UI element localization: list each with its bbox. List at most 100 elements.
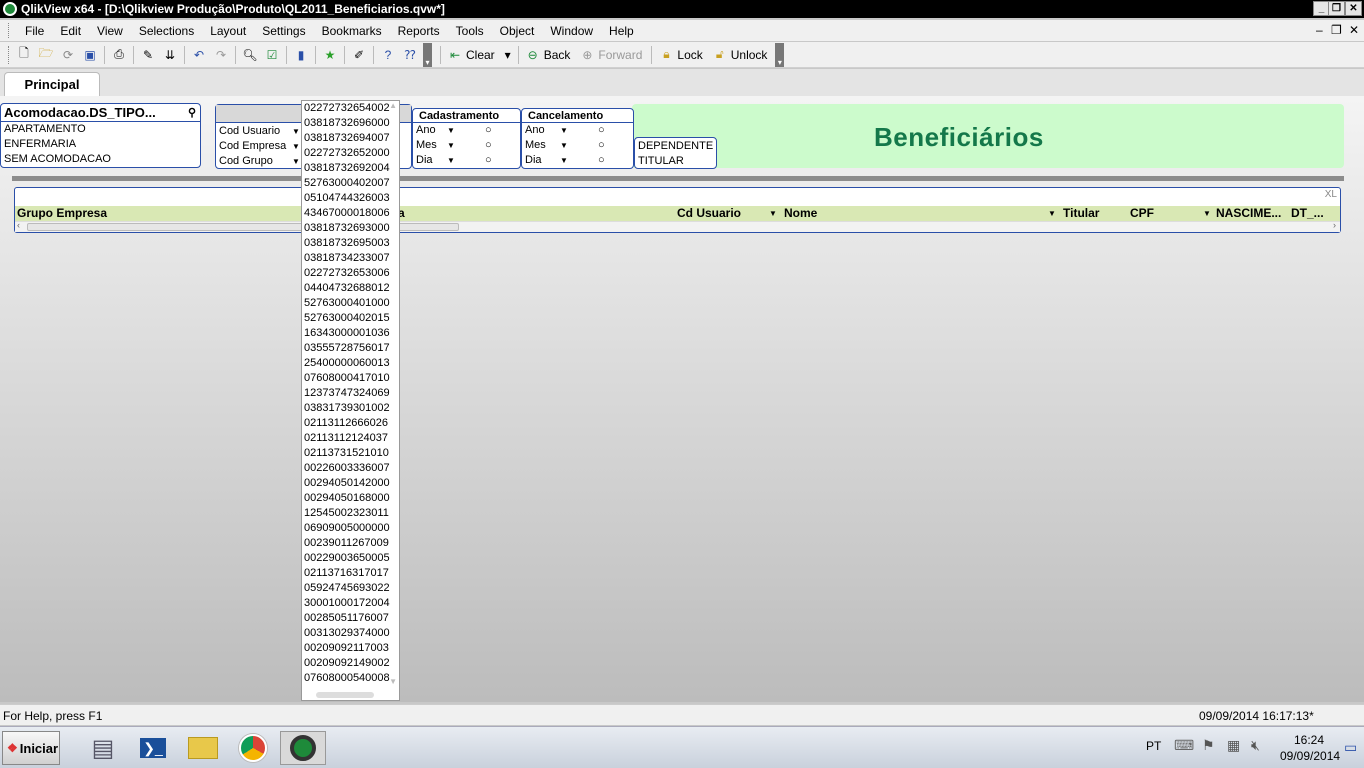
column-header[interactable]: DT_... bbox=[1291, 206, 1331, 221]
chevron-down-icon[interactable]: ▼ bbox=[560, 138, 568, 153]
date-row[interactable]: Dia ▼ ○ bbox=[413, 153, 520, 168]
column-header[interactable]: Nome bbox=[784, 206, 984, 221]
create-chart-icon[interactable]: ▮ bbox=[292, 46, 310, 64]
redo-icon[interactable]: ↷ bbox=[212, 46, 230, 64]
show-desktop-icon[interactable]: ▭ bbox=[1344, 739, 1357, 756]
dropdown-item[interactable]: 03818732695003 bbox=[302, 236, 399, 251]
menu-bookmarks[interactable]: Bookmarks bbox=[314, 24, 390, 38]
clear-button[interactable]: Clear bbox=[466, 48, 495, 62]
unlock-button[interactable]: Unlock bbox=[731, 48, 768, 62]
radio-icon[interactable]: ○ bbox=[485, 153, 492, 168]
column-header[interactable]: Grupo Empresa bbox=[17, 206, 297, 221]
lock-button[interactable]: Lock bbox=[677, 48, 702, 62]
dropdown-item[interactable]: 00226003336007 bbox=[302, 461, 399, 476]
mdi-close-button[interactable]: ✕ bbox=[1349, 23, 1359, 37]
mdi-minimize-button[interactable]: – bbox=[1316, 23, 1323, 37]
chevron-down-icon[interactable]: ▼ bbox=[769, 206, 777, 221]
tab-principal[interactable]: Principal bbox=[4, 72, 100, 96]
menu-edit[interactable]: Edit bbox=[52, 24, 89, 38]
radio-icon[interactable]: ○ bbox=[598, 123, 605, 138]
cod-usuario-dropdown[interactable]: 02272732654002 03818732696000 038187326940… bbox=[301, 100, 400, 701]
forward-button[interactable]: Forward bbox=[598, 48, 642, 62]
dropdown-item[interactable]: 25400000060013 bbox=[302, 356, 399, 371]
dropdown-item[interactable]: 03818734233007 bbox=[302, 251, 399, 266]
excel-export-icon[interactable]: XL bbox=[1325, 189, 1337, 200]
list-item[interactable]: ENFERMARIA bbox=[1, 137, 200, 152]
dropdown-item[interactable]: 00209092117003 bbox=[302, 641, 399, 656]
chrome-icon[interactable] bbox=[230, 731, 276, 765]
undo-icon[interactable]: ↶ bbox=[190, 46, 208, 64]
beneficiarios-table[interactable]: XL Grupo Empresa a Cd Usuario ▼ Nome ▼ T… bbox=[14, 187, 1341, 233]
toolbar-overflow-button-2[interactable]: ▾ bbox=[775, 42, 785, 67]
column-header[interactable]: a bbox=[398, 206, 418, 221]
search-icon[interactable]: ⚲ bbox=[188, 106, 196, 119]
reload-icon[interactable]: ⟳ bbox=[59, 46, 77, 64]
back-button[interactable]: Back bbox=[544, 48, 571, 62]
file-explorer-icon[interactable] bbox=[180, 731, 226, 765]
radio-icon[interactable]: ○ bbox=[598, 153, 605, 168]
action-center-flag-icon[interactable]: ⚑ bbox=[1202, 737, 1215, 754]
volume-muted-icon[interactable]: 🔇︎ bbox=[1251, 737, 1260, 754]
clock-time[interactable]: 16:24 bbox=[1294, 733, 1324, 747]
list-item[interactable]: DEPENDENTE bbox=[635, 139, 716, 154]
dropdown-item[interactable]: 30001000172004 bbox=[302, 596, 399, 611]
dropdown-item[interactable]: 07608000540008 bbox=[302, 671, 399, 686]
chevron-down-icon[interactable]: ▼ bbox=[292, 139, 300, 154]
chevron-down-icon[interactable]: ▼ bbox=[447, 153, 455, 168]
dropdown-item[interactable]: 03818732694007 bbox=[302, 131, 399, 146]
current-selections-icon[interactable]: ☑ bbox=[263, 46, 281, 64]
radio-icon[interactable]: ○ bbox=[485, 123, 492, 138]
unlock-icon[interactable]: 🔓︎ bbox=[711, 46, 729, 64]
date-row[interactable]: Mes ▼ ○ bbox=[413, 138, 520, 153]
edit-report-icon[interactable]: ✐ bbox=[350, 46, 368, 64]
save-icon[interactable]: ▣ bbox=[81, 46, 99, 64]
new-file-icon[interactable]: 🗋 bbox=[15, 46, 33, 64]
dropdown-item[interactable]: 02113112124037 bbox=[302, 431, 399, 446]
dropdown-item[interactable]: 06909005000000 bbox=[302, 521, 399, 536]
dropdown-item[interactable]: 03818732693000 bbox=[302, 221, 399, 236]
chevron-down-icon[interactable]: ▼ bbox=[447, 123, 455, 138]
chevron-down-icon[interactable]: ▼ bbox=[292, 124, 300, 139]
dropdown-item[interactable]: 02272732653006 bbox=[302, 266, 399, 281]
clear-dropdown-icon[interactable]: ▾ bbox=[503, 46, 513, 64]
date-row[interactable]: Ano ▼ ○ bbox=[413, 123, 520, 138]
menu-object[interactable]: Object bbox=[492, 24, 543, 38]
scroll-left-icon[interactable]: ‹ bbox=[17, 220, 20, 230]
chevron-down-icon[interactable]: ▼ bbox=[1203, 206, 1211, 221]
menu-help[interactable]: Help bbox=[601, 24, 642, 38]
keyboard-icon[interactable]: ⌨ bbox=[1174, 737, 1194, 754]
context-help-icon[interactable]: ⁇ bbox=[401, 46, 419, 64]
chevron-down-icon[interactable]: ▼ bbox=[292, 154, 300, 169]
menu-selections[interactable]: Selections bbox=[131, 24, 202, 38]
dropdown-item[interactable]: 00239011267009 bbox=[302, 536, 399, 551]
radio-icon[interactable]: ○ bbox=[598, 138, 605, 153]
menu-settings[interactable]: Settings bbox=[254, 24, 313, 38]
horizontal-scrollbar-thumb[interactable] bbox=[316, 692, 374, 698]
dropdown-item[interactable]: 00294050168000 bbox=[302, 491, 399, 506]
forward-icon[interactable]: ⊕ bbox=[578, 46, 596, 64]
column-header[interactable]: Titular bbox=[1063, 206, 1123, 221]
dropdown-item[interactable]: 03818732696000 bbox=[302, 116, 399, 131]
dropdown-item[interactable]: 00285051176007 bbox=[302, 611, 399, 626]
start-button[interactable]: ❖ Iniciar bbox=[2, 731, 60, 765]
dropdown-item[interactable]: 02113731521010 bbox=[302, 446, 399, 461]
language-indicator[interactable]: PT bbox=[1146, 739, 1161, 753]
dropdown-item[interactable]: 52763000402015 bbox=[302, 311, 399, 326]
maximize-button[interactable]: ❐ bbox=[1328, 1, 1345, 16]
open-folder-icon[interactable]: 🗁 bbox=[37, 46, 55, 64]
menu-tools[interactable]: Tools bbox=[448, 24, 492, 38]
acomodacao-listbox[interactable]: Acomodacao.DS_TIPO... ⚲ APARTAMENTO ENFE… bbox=[0, 103, 201, 168]
chevron-down-icon[interactable]: ▼ bbox=[1048, 206, 1056, 221]
dropdown-item[interactable]: 05104744326003 bbox=[302, 191, 399, 206]
date-row[interactable]: Mes ▼ ○ bbox=[522, 138, 633, 153]
column-header[interactable]: Cd Usuario bbox=[677, 206, 767, 221]
dropdown-item[interactable]: 04404732688012 bbox=[302, 281, 399, 296]
list-item[interactable]: APARTAMENTO bbox=[1, 122, 200, 137]
server-manager-icon[interactable]: ▤ bbox=[80, 731, 126, 765]
dropdown-item[interactable]: 12373747324069 bbox=[302, 386, 399, 401]
print-icon[interactable]: ⎙ bbox=[110, 46, 128, 64]
menu-window[interactable]: Window bbox=[542, 24, 601, 38]
scroll-down-icon[interactable]: ▼ bbox=[389, 677, 397, 686]
network-icon[interactable]: ▦ bbox=[1227, 737, 1240, 754]
toolbar-overflow-button[interactable]: ▾ bbox=[423, 42, 432, 67]
